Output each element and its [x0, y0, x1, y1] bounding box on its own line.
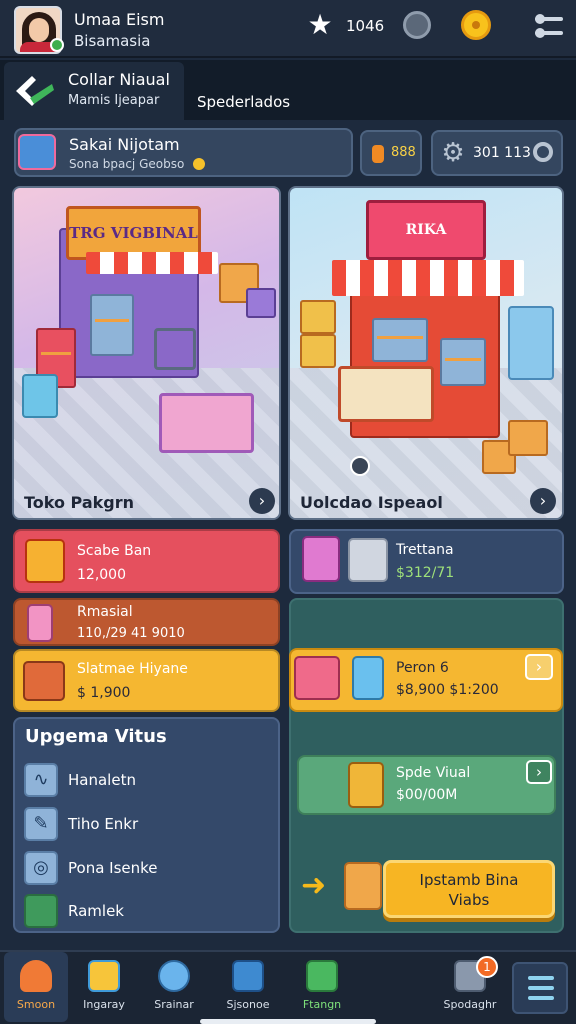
- tab-subtitle: Mamis Ijeapar: [68, 93, 160, 108]
- store-box-icon: [18, 134, 56, 170]
- nav-item-finance[interactable]: Ftangn: [290, 952, 354, 1022]
- coin-icon[interactable]: [461, 10, 491, 40]
- tab-sold[interactable]: Spederlados: [197, 93, 290, 111]
- tab-title: Collar Niaual: [68, 70, 170, 89]
- notification-badge: 1: [476, 956, 498, 978]
- pro-title: Peron 6: [396, 660, 449, 676]
- hand-truck-icon: [348, 762, 384, 808]
- arrow-right-icon: ➜: [301, 868, 327, 903]
- nav-item-home[interactable]: Smoon: [4, 952, 68, 1022]
- stat-title: Rmasial: [77, 604, 133, 620]
- player-name: Umaa Eism: [74, 10, 165, 29]
- toggle-icon[interactable]: [533, 142, 553, 162]
- coin-icon: [193, 158, 205, 170]
- stat-value: 110,/29 41 9010: [77, 626, 185, 641]
- store-card-label: Uolcdao Ispeaol: [300, 493, 443, 512]
- hamburger-menu-icon[interactable]: [512, 962, 568, 1014]
- speed-value: $00/00M: [396, 787, 458, 803]
- gear-value: 301 113: [473, 145, 531, 161]
- upgrade-item[interactable]: Hanaletn: [68, 771, 136, 789]
- stat-title: Scabe Ban: [77, 543, 152, 559]
- lightbulb-icon[interactable]: [403, 11, 431, 39]
- speed-panel[interactable]: [297, 755, 556, 815]
- tool-icon[interactable]: ✎: [24, 807, 58, 841]
- home-person-icon: [20, 960, 52, 992]
- star-count: 1046: [346, 17, 385, 35]
- cash-bag-icon: [306, 960, 338, 992]
- chevron-right-icon[interactable]: ›: [530, 488, 556, 514]
- nav-label: Ingaray: [83, 998, 125, 1011]
- nav-item-shop[interactable]: Sjsonoe: [216, 952, 280, 1022]
- speed-title: Spde Viual: [396, 765, 471, 781]
- energy-value: 888: [391, 145, 416, 160]
- cta-line-2: Viabs: [448, 891, 490, 909]
- chevron-right-icon[interactable]: ›: [249, 488, 275, 514]
- stat-red-panel[interactable]: Scabe Ban 12,000: [13, 529, 280, 593]
- upgrade-cta-button[interactable]: Ipstamb Bina Viabs: [383, 860, 555, 918]
- green-square-icon[interactable]: [24, 894, 58, 928]
- star-icon[interactable]: ★: [305, 10, 335, 40]
- energy-icon: [372, 145, 384, 163]
- nav-item-inventory[interactable]: Ingaray: [72, 952, 136, 1022]
- compass-icon[interactable]: ◎: [24, 851, 58, 885]
- upgrade-item[interactable]: Ramlek: [68, 902, 124, 920]
- shopping-cart-icon: [25, 539, 65, 583]
- nav-label: Smoon: [16, 998, 56, 1011]
- nav-label: Srainar: [154, 998, 194, 1011]
- register-icon: [348, 538, 388, 582]
- chevron-right-icon[interactable]: ›: [526, 760, 552, 784]
- store-card-right[interactable]: RIKA VIGHIAS Uolcdao Ispeaol ›: [288, 186, 564, 520]
- cta-line-1: Ipstamb Bina: [419, 871, 519, 889]
- box-icon: [344, 862, 382, 910]
- right-top-title: Trettana: [396, 542, 454, 558]
- gear-icon: ⚙: [441, 138, 465, 168]
- store-card-label: Toko Pakgrn: [24, 493, 135, 512]
- stat-brown-panel[interactable]: Rmasial 110,/29 41 9010: [13, 598, 280, 646]
- pro-value: $8,900 $1:200: [396, 682, 499, 698]
- verified-badge-icon: [50, 38, 64, 52]
- stat-yellow-panel[interactable]: Slatmae Hiyane $ 1,900: [13, 649, 280, 712]
- chevron-right-icon[interactable]: ›: [525, 654, 553, 680]
- stat-title: Slatmae Hiyane: [77, 661, 188, 677]
- nav-label: Ftangn: [302, 998, 342, 1011]
- nav-item-training[interactable]: Srainar: [142, 952, 206, 1022]
- armchair-icon: [294, 656, 340, 700]
- store-card-left[interactable]: TRG VIGBINAL Toko Pakgrn ›: [12, 186, 281, 520]
- stat-value: 12,000: [77, 567, 126, 583]
- store-subtitle: Sona bpacj Geobso: [69, 157, 185, 171]
- graph-icon[interactable]: ∿: [24, 763, 58, 797]
- app-logo-icon: [16, 76, 54, 106]
- material-card-icon: [27, 604, 53, 642]
- jar-icon: [352, 656, 384, 700]
- store-sign: RIKA VIGHIAS: [366, 200, 486, 292]
- upgrade-item[interactable]: Pona Isenke: [68, 859, 158, 877]
- nav-label: Sjsonoe: [226, 998, 270, 1011]
- home-indicator: [200, 1019, 376, 1024]
- basket-icon: [232, 960, 264, 992]
- shield-icon: [158, 960, 190, 992]
- stack-icon: [302, 536, 340, 582]
- inventory-box-icon: [88, 960, 120, 992]
- player-subtitle: Bisamasia: [74, 32, 151, 50]
- store-name: Sakai Nijotam: [69, 135, 180, 154]
- nav-label: Spodaghr: [443, 998, 497, 1011]
- upgrade-item[interactable]: Tiho Enkr: [68, 815, 138, 833]
- stat-value: $ 1,900: [77, 685, 131, 701]
- upgrade-title: Upgema Vitus: [25, 726, 167, 747]
- right-top-value: $312/71: [396, 565, 455, 581]
- settings-sliders-icon[interactable]: [535, 12, 565, 40]
- crate-icon: [23, 661, 65, 701]
